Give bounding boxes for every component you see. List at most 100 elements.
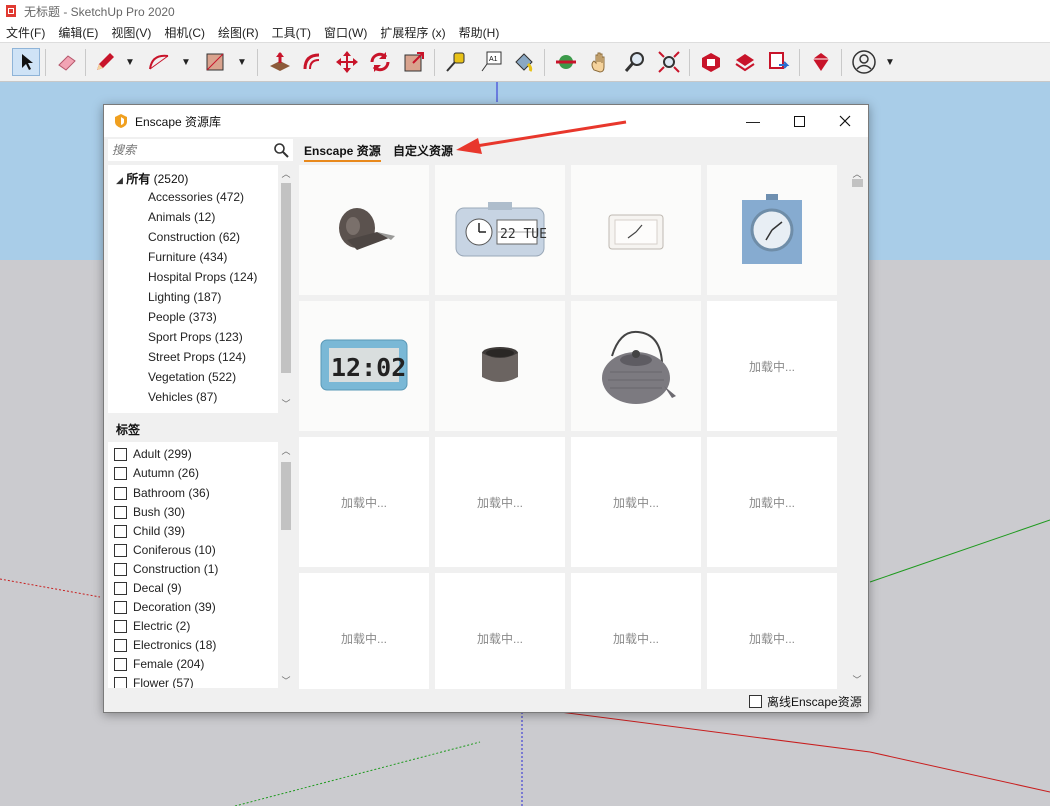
asset-tile[interactable]: [571, 165, 701, 295]
category-item[interactable]: People (373): [148, 310, 217, 324]
extension-warehouse-icon[interactable]: [731, 48, 759, 76]
asset-tile[interactable]: [435, 301, 565, 431]
tag-checkbox[interactable]: [114, 581, 127, 595]
zoom-extents-icon[interactable]: [655, 48, 683, 76]
collapse-triangle-icon[interactable]: ◢: [116, 175, 123, 185]
search-input[interactable]: [112, 143, 262, 157]
user-account-icon[interactable]: [850, 48, 878, 76]
tag-item[interactable]: Construction (1): [114, 562, 218, 576]
tag-checkbox[interactable]: [114, 466, 127, 480]
menu-camera[interactable]: 相机(C): [164, 24, 205, 41]
tag-item[interactable]: Female (204): [114, 657, 204, 671]
tag-item[interactable]: Adult (299): [114, 447, 192, 461]
tag-item[interactable]: Child (39): [114, 524, 185, 538]
pencil-dropdown-icon[interactable]: ▼: [125, 57, 135, 68]
tag-checkbox[interactable]: [114, 486, 127, 500]
asset-grid-scrollbar[interactable]: ︿ ﹀: [849, 165, 866, 689]
rectangle-icon[interactable]: [201, 48, 229, 76]
rotate-icon[interactable]: [366, 48, 394, 76]
category-item[interactable]: Vegetation (522): [148, 370, 236, 384]
move-icon[interactable]: [333, 48, 361, 76]
menu-tools[interactable]: 工具(T): [272, 24, 311, 41]
tape-measure-icon[interactable]: [442, 48, 470, 76]
menu-help[interactable]: 帮助(H): [459, 24, 500, 41]
tag-checkbox[interactable]: [114, 657, 127, 671]
scroll-down-icon[interactable]: ﹀: [279, 397, 293, 410]
tag-checkbox[interactable]: [114, 562, 127, 576]
category-item[interactable]: Sport Props (123): [148, 330, 243, 344]
asset-tile-loading[interactable]: 加载中...: [707, 301, 837, 431]
tag-checkbox[interactable]: [114, 505, 127, 519]
tab-enscape-assets[interactable]: Enscape 资源: [304, 142, 381, 162]
asset-tile-loading[interactable]: 加载中...: [299, 437, 429, 567]
tag-item[interactable]: Decal (9): [114, 581, 182, 595]
category-root[interactable]: ◢ 所有 (2520): [116, 170, 188, 187]
dialog-title-bar[interactable]: Enscape 资源库 —: [104, 105, 868, 137]
select-icon[interactable]: [12, 48, 40, 76]
category-item[interactable]: Furniture (434): [148, 250, 227, 264]
scroll-down-icon[interactable]: ﹀: [850, 673, 864, 686]
tag-checkbox[interactable]: [114, 638, 127, 652]
pencil-icon[interactable]: [91, 48, 119, 76]
layout-send-icon[interactable]: [765, 48, 793, 76]
asset-tile[interactable]: 22 TUE: [435, 165, 565, 295]
minimize-button[interactable]: —: [730, 105, 776, 137]
scale-icon[interactable]: [400, 48, 428, 76]
category-item[interactable]: Street Props (124): [148, 350, 246, 364]
tab-custom-assets[interactable]: 自定义资源: [393, 142, 453, 159]
offline-assets-toggle[interactable]: 离线Enscape资源: [749, 693, 862, 710]
asset-tile[interactable]: [707, 165, 837, 295]
asset-tile-loading[interactable]: 加载中...: [299, 573, 429, 689]
asset-tile-loading[interactable]: 加载中...: [571, 573, 701, 689]
tag-scroll-thumb[interactable]: [281, 462, 291, 530]
tag-checkbox[interactable]: [114, 524, 127, 538]
tag-checkbox[interactable]: [114, 600, 127, 614]
offset-icon[interactable]: [299, 48, 327, 76]
tag-checkbox[interactable]: [114, 543, 127, 557]
scroll-up-icon[interactable]: ︿: [279, 444, 293, 457]
arc-dropdown-icon[interactable]: ▼: [181, 57, 191, 68]
menu-file[interactable]: 文件(F): [6, 24, 45, 41]
push-pull-icon[interactable]: [266, 48, 294, 76]
menu-draw[interactable]: 绘图(R): [218, 24, 259, 41]
3d-warehouse-icon[interactable]: [697, 48, 725, 76]
asset-tile-loading[interactable]: 加载中...: [707, 437, 837, 567]
extension-manager-icon[interactable]: [807, 48, 835, 76]
tag-checkbox[interactable]: [114, 619, 127, 633]
rectangle-dropdown-icon[interactable]: ▼: [237, 57, 247, 68]
category-item[interactable]: Construction (62): [148, 230, 240, 244]
tag-item[interactable]: Flower (57): [114, 676, 194, 688]
category-item[interactable]: Animals (12): [148, 210, 215, 224]
text-label-icon[interactable]: A1: [477, 48, 505, 76]
tag-item[interactable]: Bush (30): [114, 505, 185, 519]
asset-grid-scroll-thumb[interactable]: [852, 179, 863, 187]
asset-tile-loading[interactable]: 加载中...: [707, 573, 837, 689]
category-scroll-thumb[interactable]: [281, 183, 291, 373]
tag-item[interactable]: Electric (2): [114, 619, 190, 633]
category-scrollbar[interactable]: ︿ ﹀: [278, 165, 294, 413]
zoom-icon[interactable]: [621, 48, 649, 76]
category-item[interactable]: Hospital Props (124): [148, 270, 257, 284]
category-item[interactable]: Lighting (187): [148, 290, 221, 304]
offline-assets-checkbox[interactable]: [749, 695, 762, 708]
category-item[interactable]: Accessories (472): [148, 190, 244, 204]
close-button[interactable]: [822, 105, 868, 137]
eraser-icon[interactable]: [53, 48, 81, 76]
scroll-up-icon[interactable]: ︿: [279, 167, 293, 180]
tag-checkbox[interactable]: [114, 447, 127, 461]
tag-item[interactable]: Electronics (18): [114, 638, 216, 652]
tag-scrollbar[interactable]: ︿ ﹀: [278, 442, 294, 688]
asset-tile-loading[interactable]: 加载中...: [435, 437, 565, 567]
arc-icon[interactable]: [145, 48, 173, 76]
tag-item[interactable]: Coniferous (10): [114, 543, 216, 557]
asset-tile-loading[interactable]: 加载中...: [571, 437, 701, 567]
asset-tile-loading[interactable]: 加载中...: [435, 573, 565, 689]
scroll-down-icon[interactable]: ﹀: [279, 674, 293, 687]
search-button[interactable]: [270, 139, 292, 161]
tag-item[interactable]: Autumn (26): [114, 466, 199, 480]
asset-tile[interactable]: [571, 301, 701, 431]
tag-item[interactable]: Bathroom (36): [114, 486, 210, 500]
paint-bucket-icon[interactable]: [510, 48, 538, 76]
asset-tile[interactable]: [299, 165, 429, 295]
asset-tile[interactable]: 12:02: [299, 301, 429, 431]
